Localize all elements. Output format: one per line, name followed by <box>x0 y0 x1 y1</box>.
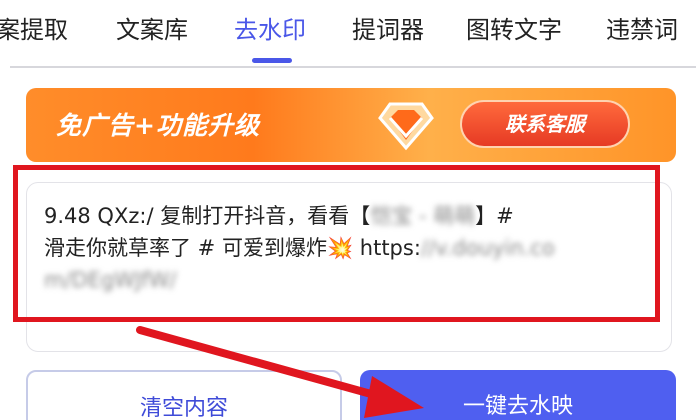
promo-banner[interactable]: 免广告+功能升级 联系客服 <box>26 88 676 162</box>
tab-teleprompter[interactable]: 提词器 <box>352 12 424 48</box>
app-screen: 案提取 文案库 去水印 提词器 图转文字 违禁词 免广告+功能升级 联系客服 9… <box>0 0 696 420</box>
highlight-annotation-box <box>13 165 660 322</box>
tab-divider <box>10 66 696 68</box>
clear-content-button[interactable]: 清空内容 <box>26 370 342 420</box>
tab-banned-words[interactable]: 违禁词 <box>606 12 678 48</box>
active-tab-indicator <box>252 58 292 63</box>
tab-bar: 案提取 文案库 去水印 提词器 图转文字 违禁词 <box>0 0 696 72</box>
diamond-icon <box>378 102 434 151</box>
contact-support-button[interactable]: 联系客服 <box>460 100 630 148</box>
tab-watermark-removal[interactable]: 去水印 <box>234 12 306 48</box>
banner-title: 免广告+功能升级 <box>56 111 260 140</box>
tab-image-to-text[interactable]: 图转文字 <box>466 12 562 48</box>
tab-copy-extract[interactable]: 案提取 <box>0 12 68 48</box>
tab-copy-library[interactable]: 文案库 <box>116 12 188 48</box>
remove-watermark-button[interactable]: 一键去水映 <box>360 370 676 420</box>
